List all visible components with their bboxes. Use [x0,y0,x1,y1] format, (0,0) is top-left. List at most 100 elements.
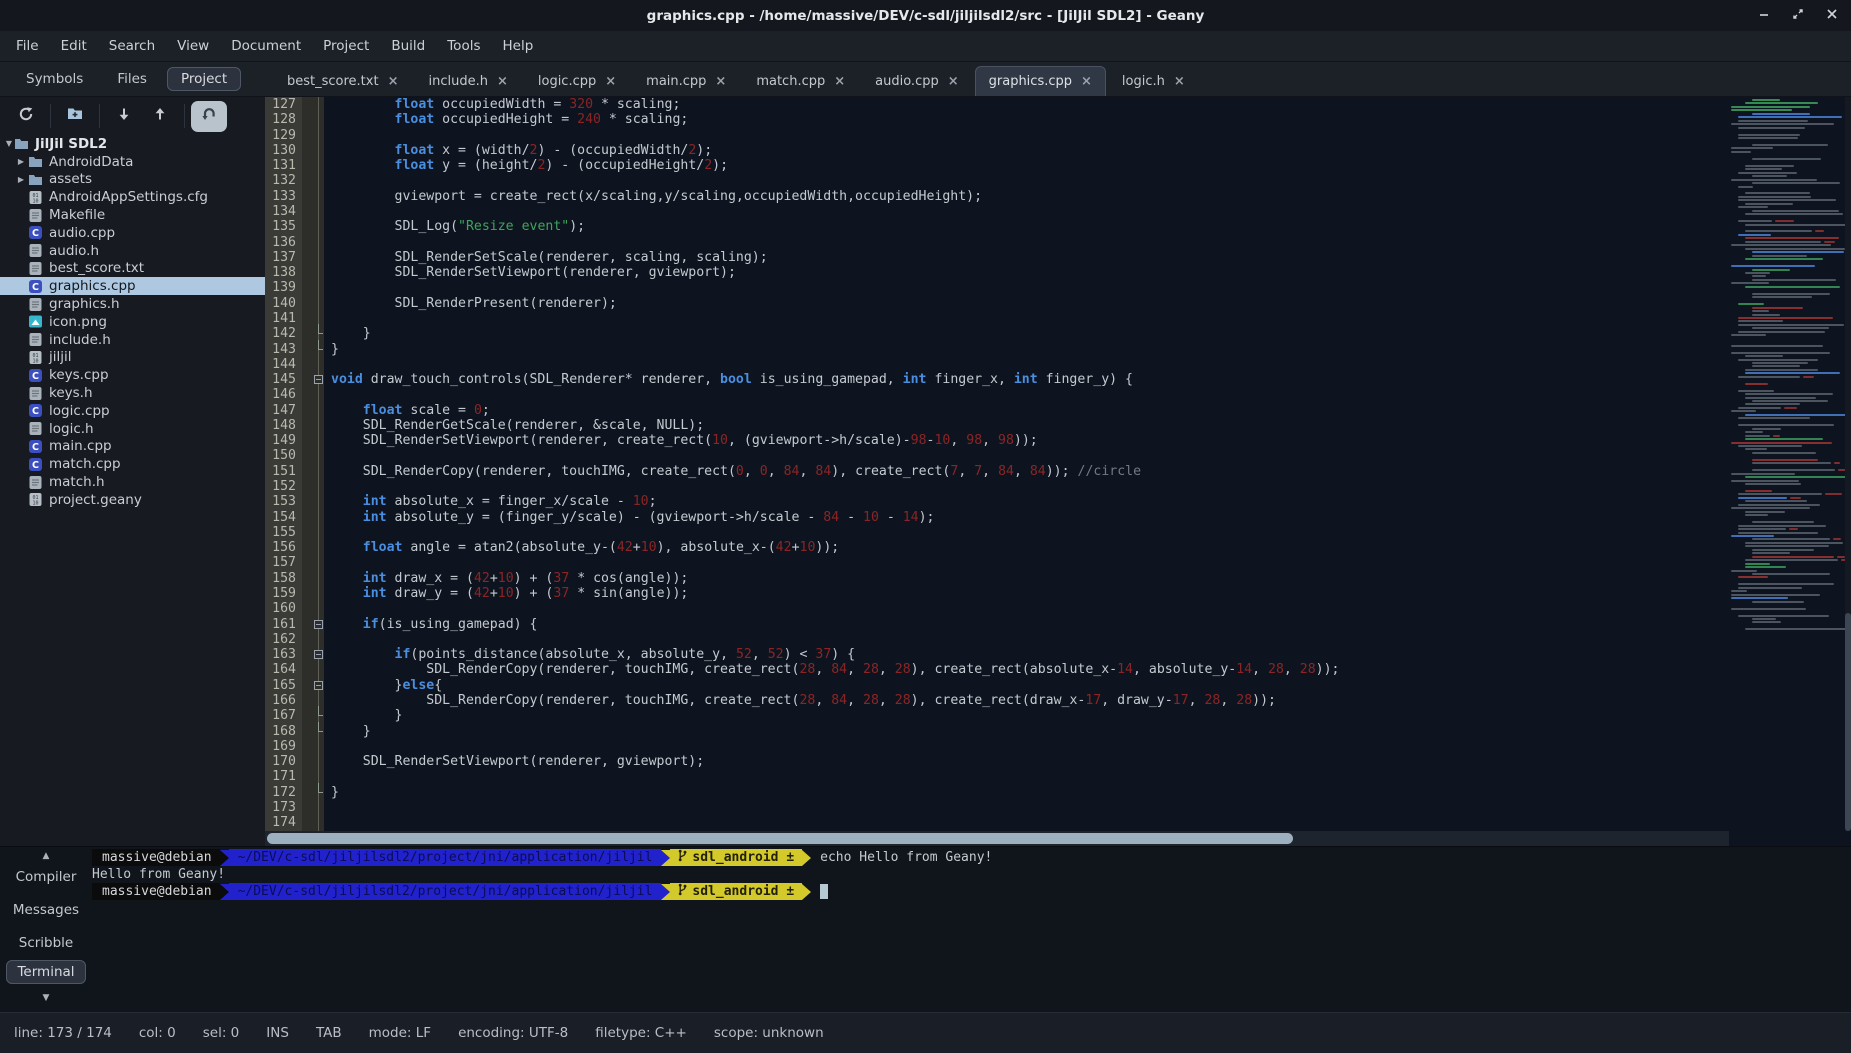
panel-scroll-down-icon[interactable]: ▼ [36,993,56,1003]
fold-marker-cell[interactable] [302,494,324,509]
code-line[interactable]: 154 int absolute_y = (finger_y/scale) - … [265,510,1729,525]
code-line[interactable]: 135 SDL_Log("Resize event"); [265,219,1729,234]
code-line[interactable]: 137 SDL_RenderSetScale(renderer, scaling… [265,250,1729,265]
tree-item-graphics.cpp[interactable]: Cgraphics.cpp [0,277,265,295]
code-line[interactable]: 170 SDL_RenderSetViewport(renderer, gvie… [265,754,1729,769]
fold-marker-cell[interactable] [302,448,324,463]
code-line[interactable]: 161 if(is_using_gamepad) { [265,617,1729,632]
fold-marker-cell[interactable] [302,647,324,662]
tree-item-graphics.h[interactable]: graphics.h [0,295,265,313]
code-line[interactable]: 127 float occupiedWidth = 320 * scaling; [265,97,1729,112]
doc-tab-audio.cpp[interactable]: audio.cpp× [861,66,972,96]
code-line[interactable]: 139 [265,280,1729,295]
fold-marker-cell[interactable] [302,219,324,234]
code-line[interactable]: 157 [265,555,1729,570]
tree-item-audio.h[interactable]: audio.h [0,242,265,260]
doc-tab-graphics.cpp[interactable]: graphics.cpp× [975,66,1106,96]
tree-item-Makefile[interactable]: Makefile [0,206,265,224]
code-line[interactable]: 132 [265,173,1729,188]
fold-marker-cell[interactable] [302,632,324,647]
tree-item-project.geany[interactable]: 0110project.geany [0,491,265,509]
code-line[interactable]: 136 [265,235,1729,250]
fold-marker-cell[interactable] [302,112,324,127]
code-line[interactable]: 165 }else{ [265,678,1729,693]
fold-marker-cell[interactable] [302,387,324,402]
fold-marker-cell[interactable] [302,800,324,815]
fold-marker-cell[interactable] [302,296,324,311]
menu-tools[interactable]: Tools [436,34,491,58]
terminal-cursor[interactable] [820,884,828,899]
menu-help[interactable]: Help [492,34,545,58]
panel-tab-scribble[interactable]: Scribble [6,931,86,955]
add-folder-button[interactable] [57,101,93,132]
code-line[interactable]: 169 [265,739,1729,754]
fold-marker-cell[interactable] [302,510,324,525]
fold-marker-cell[interactable] [302,173,324,188]
close-tab-icon[interactable]: × [834,74,845,89]
code-line[interactable]: 153 int absolute_x = finger_x/scale - 10… [265,494,1729,509]
fold-marker-cell[interactable] [302,128,324,143]
code-line[interactable]: 156 float angle = atan2(absolute_y-(42+1… [265,540,1729,555]
fold-marker-cell[interactable] [302,571,324,586]
code-line[interactable]: 149 SDL_RenderSetViewport(renderer, crea… [265,433,1729,448]
fold-marker-cell[interactable] [302,235,324,250]
fold-marker-cell[interactable] [302,724,324,739]
doc-tab-include.h[interactable]: include.h× [414,66,521,96]
tree-item-audio.cpp[interactable]: Caudio.cpp [0,224,265,242]
tree-item-logic.h[interactable]: logic.h [0,420,265,438]
restore-button[interactable] [1787,5,1809,27]
code-line[interactable]: 173 [265,800,1729,815]
fold-marker-cell[interactable] [302,739,324,754]
doc-tab-logic.cpp[interactable]: logic.cpp× [524,66,630,96]
code-line[interactable]: 130 float x = (width/2) - (occupiedWidth… [265,143,1729,158]
close-tab-icon[interactable]: × [948,74,959,89]
menu-view[interactable]: View [166,34,220,58]
title-bar[interactable]: graphics.cpp - /home/massive/DEV/c-sdl/j… [0,0,1851,31]
code-line[interactable]: 133 gviewport = create_rect(x/scaling,y/… [265,189,1729,204]
close-tab-icon[interactable]: × [605,74,616,89]
tree-item-include.h[interactable]: include.h [0,331,265,349]
code-line[interactable]: 131 float y = (height/2) - (occupiedHeig… [265,158,1729,173]
panel-tab-messages[interactable]: Messages [6,898,86,922]
fold-marker-cell[interactable] [302,525,324,540]
fold-marker-cell[interactable] [302,342,324,357]
fold-marker-cell[interactable] [302,540,324,555]
code-line[interactable]: 143} [265,342,1729,357]
fold-marker-cell[interactable] [302,357,324,372]
tree-item-match.h[interactable]: match.h [0,473,265,491]
tree-item-AndroidAppSettings.cfg[interactable]: 0110AndroidAppSettings.cfg [0,188,265,206]
tree-item-main.cpp[interactable]: Cmain.cpp [0,438,265,456]
fold-marker-cell[interactable] [302,97,324,112]
menu-search[interactable]: Search [98,34,166,58]
close-tab-icon[interactable]: × [497,74,508,89]
code-line[interactable]: 158 int draw_x = (42+10) + (37 * cos(ang… [265,571,1729,586]
code-line[interactable]: 138 SDL_RenderSetViewport(renderer, gvie… [265,265,1729,280]
close-tab-icon[interactable]: × [1081,74,1092,89]
code-line[interactable]: 159 int draw_y = (42+10) + (37 * sin(ang… [265,586,1729,601]
menu-project[interactable]: Project [312,34,380,58]
fold-marker-cell[interactable] [302,158,324,173]
close-tab-icon[interactable]: × [388,74,399,89]
tree-item-logic.cpp[interactable]: Clogic.cpp [0,402,265,420]
fold-marker-cell[interactable] [302,250,324,265]
code-line[interactable]: 142 } [265,326,1729,341]
fold-collapse-icon[interactable] [314,375,323,384]
code-line[interactable]: 147 float scale = 0; [265,403,1729,418]
fold-marker-cell[interactable] [302,189,324,204]
expander-closed-icon[interactable]: ▶ [14,175,28,184]
code-line[interactable]: 162 [265,632,1729,647]
fold-marker-cell[interactable] [302,403,324,418]
fold-collapse-icon[interactable] [314,650,323,659]
fold-marker-cell[interactable] [302,678,324,693]
code-line[interactable]: 129 [265,128,1729,143]
fold-collapse-icon[interactable] [314,620,323,629]
fold-marker-cell[interactable] [302,464,324,479]
menu-file[interactable]: File [5,34,50,58]
tree-root[interactable]: ▼JilJil SDL2 [0,135,265,153]
panel-tab-compiler[interactable]: Compiler [6,865,86,889]
code-line[interactable]: 151 SDL_RenderCopy(renderer, touchIMG, c… [265,464,1729,479]
minimize-button[interactable] [1753,5,1775,27]
fold-marker-cell[interactable] [302,785,324,800]
code-line[interactable]: 166 SDL_RenderCopy(renderer, touchIMG, c… [265,693,1729,708]
fold-marker-cell[interactable] [302,754,324,769]
